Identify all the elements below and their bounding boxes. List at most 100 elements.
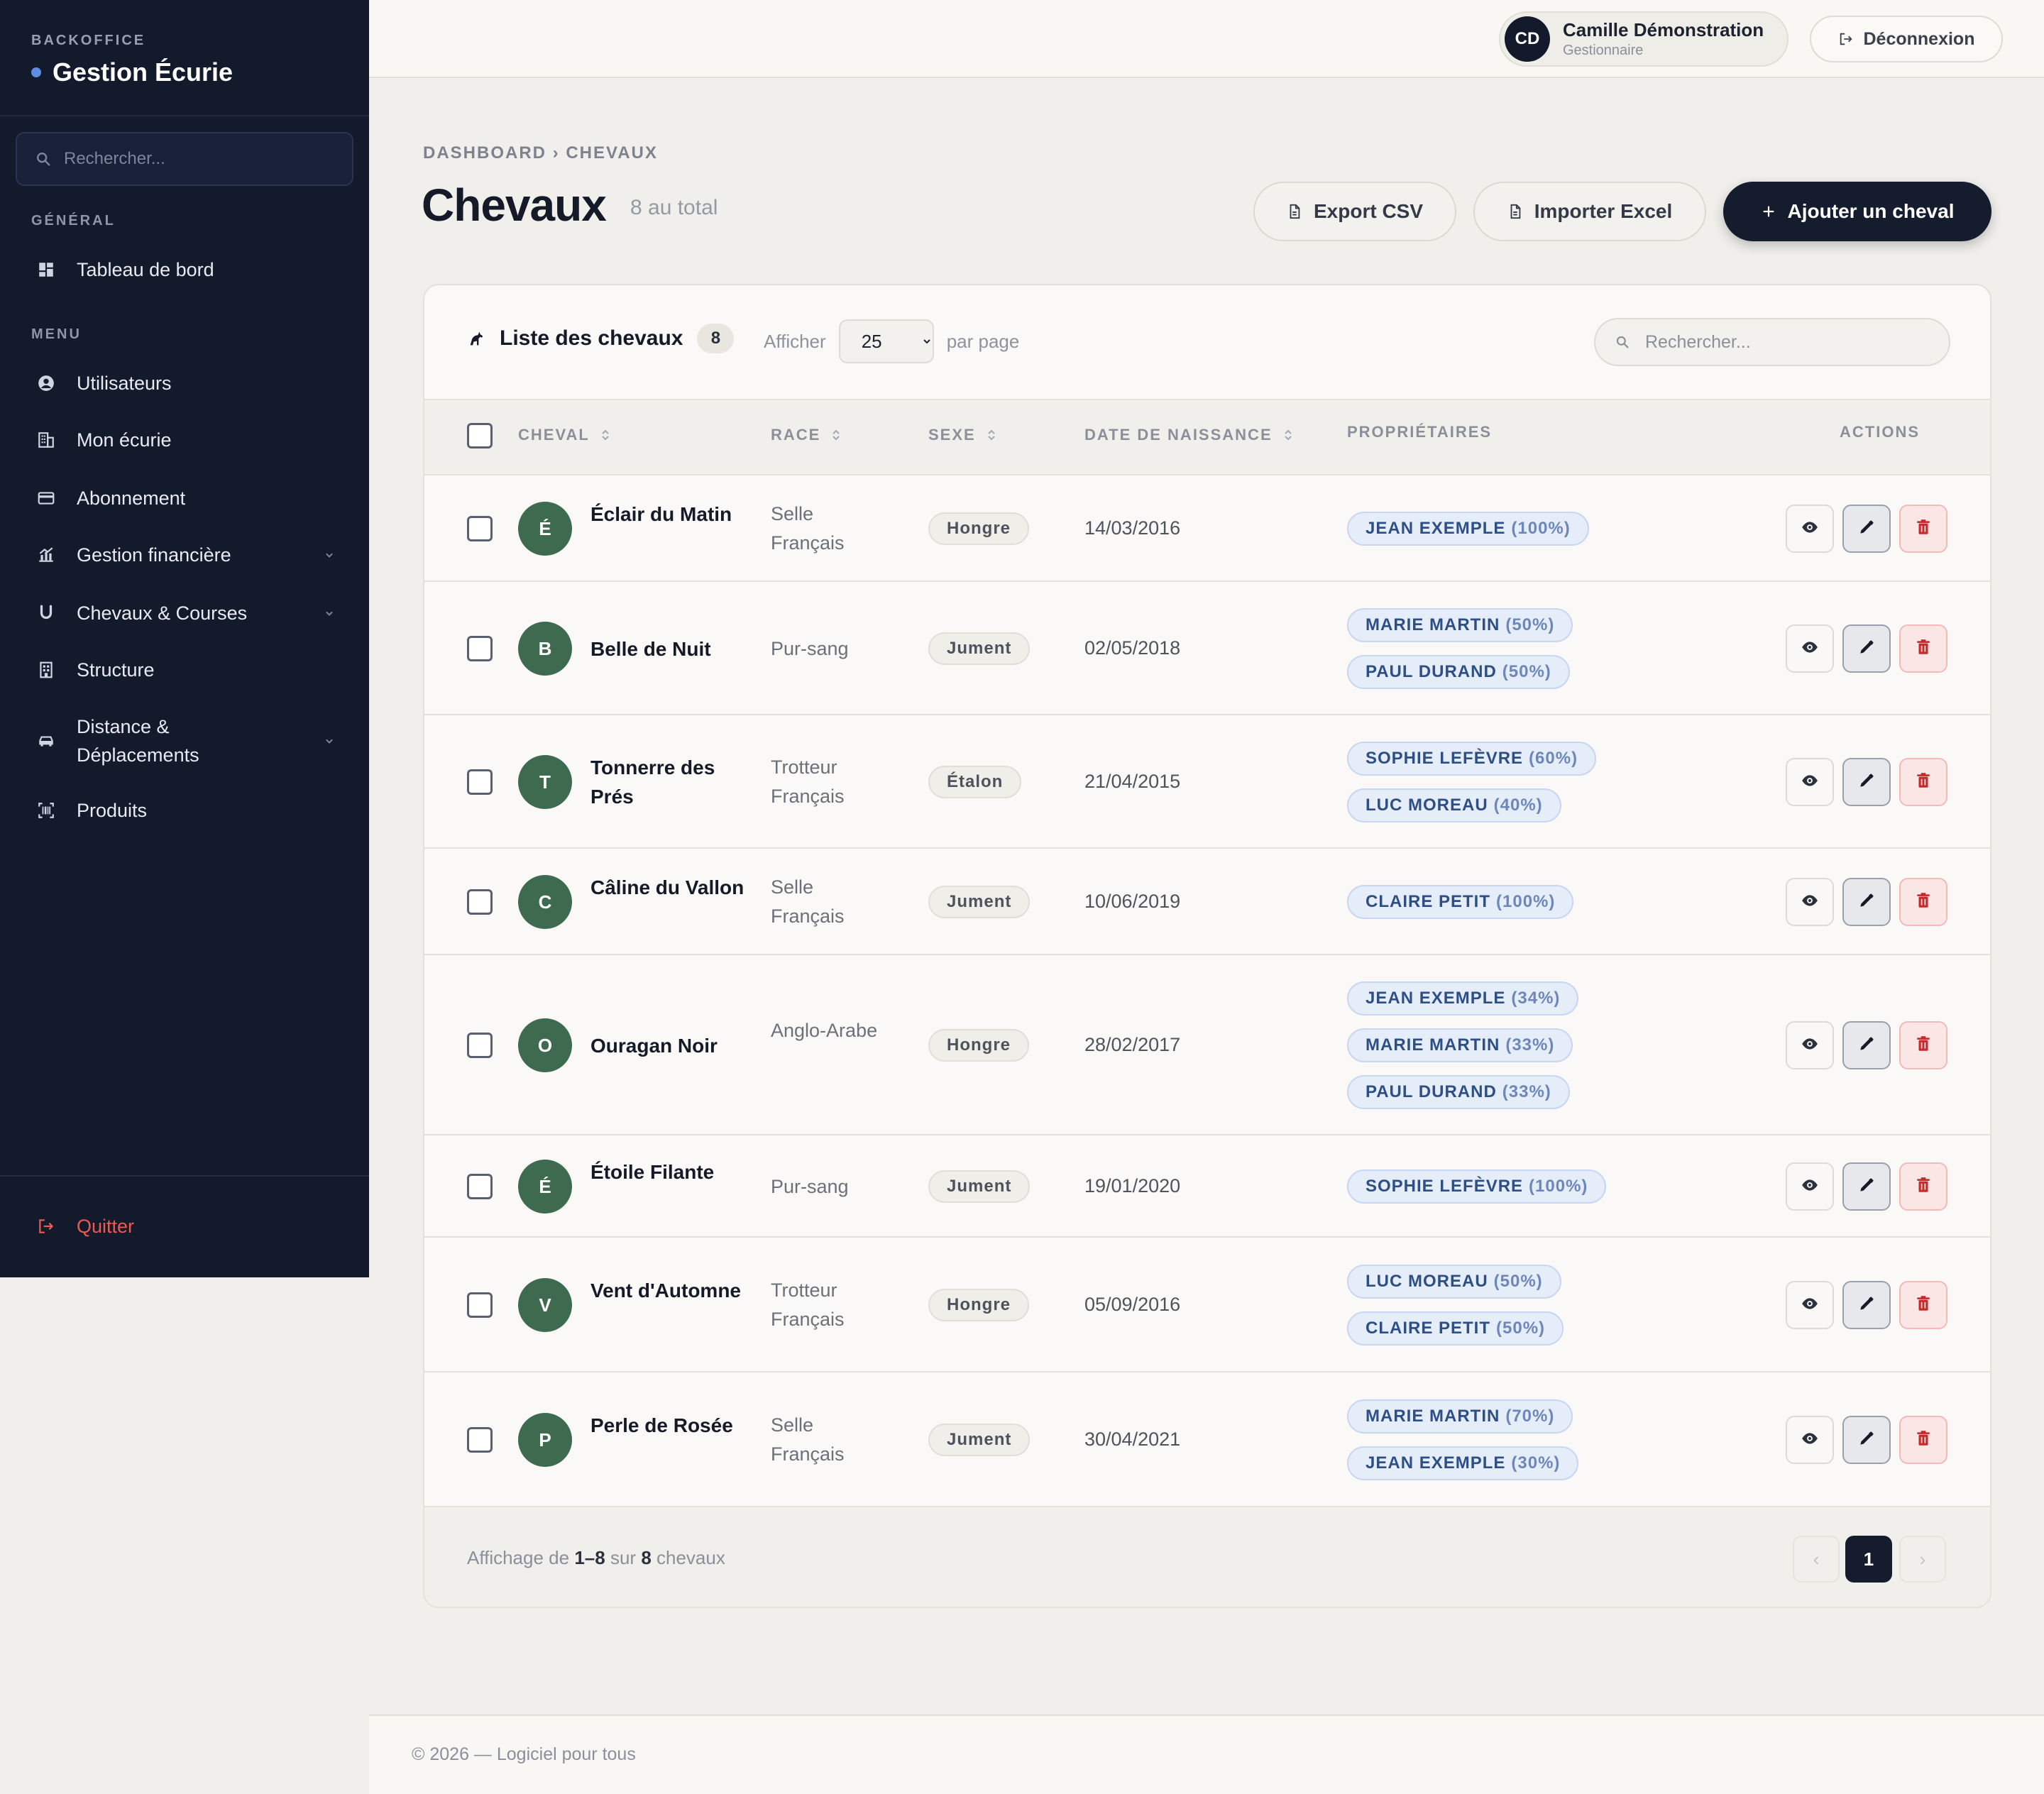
edit-button[interactable] [1842,1021,1891,1069]
view-button[interactable] [1786,1416,1834,1464]
column-horse[interactable]: CHEVAL [518,426,611,444]
sidebar-item-distance-travel[interactable]: Distance & Déplacements [0,711,369,771]
owner-tag[interactable]: LUC MOREAU (50%) [1347,1265,1561,1299]
row-checkbox[interactable] [467,516,493,541]
edit-button[interactable] [1842,505,1891,553]
owner-tag[interactable]: JEAN EXEMPLE (34%) [1347,981,1579,1016]
chevron-down-icon[interactable] [322,548,336,562]
export-csv-button[interactable]: Export CSV [1253,182,1456,241]
edit-button[interactable] [1842,1416,1891,1464]
owner-tag[interactable]: PAUL DURAND (33%) [1347,1075,1570,1109]
horse-name[interactable]: Étoile Filante [590,1157,754,1187]
edit-button[interactable] [1842,1162,1891,1211]
view-button[interactable] [1786,505,1834,553]
horse-name[interactable]: Éclair du Matin [590,500,754,529]
chevron-down-icon[interactable] [322,606,336,620]
add-horse-button[interactable]: Ajouter un cheval [1723,182,1991,241]
delete-button[interactable] [1899,1162,1947,1211]
edit-button[interactable] [1842,878,1891,926]
row-checkbox[interactable] [467,889,493,915]
horse-name[interactable]: Belle de Nuit [590,634,754,664]
list-title-text: Liste des chevaux [500,326,683,350]
table-row[interactable]: P Perle de Rosée Selle Français Jument 30/04… [424,1372,1990,1507]
row-checkbox[interactable] [467,1033,493,1058]
view-button[interactable] [1786,624,1834,673]
horse-name[interactable]: Vent d'Automne [590,1276,754,1305]
sidebar-search[interactable] [16,132,353,186]
column-race[interactable]: RACE [771,426,842,444]
table-search[interactable] [1594,318,1950,366]
owner-tag[interactable]: MARIE MARTIN (50%) [1347,608,1573,642]
table-row[interactable]: T Tonnerre des Prés Trotteur Français Étalo… [424,715,1990,849]
sidebar-item-finance[interactable]: Gestion financière [0,529,369,580]
table-row[interactable]: B Belle de Nuit Pur-sang Jument 02/05/2018 MA… [424,582,1990,715]
owner-name: JEAN EXEMPLE [1366,519,1506,538]
table-row[interactable]: É Éclair du Matin Selle Français Hongre 14/0… [424,475,1990,582]
owner-tag[interactable]: SOPHIE LEFÈVRE (100%) [1347,1170,1607,1204]
horse-name[interactable]: Ouragan Noir [590,1031,754,1060]
pagination-next-button[interactable]: › [1899,1536,1946,1583]
edit-button[interactable] [1842,624,1891,673]
import-excel-button[interactable]: Importer Excel [1473,182,1706,241]
row-checkbox[interactable] [467,636,493,661]
sidebar-item-dashboard[interactable]: Tableau de bord [0,244,369,295]
table-row[interactable]: V Vent d'Automne Trotteur Français Hongre 05… [424,1238,1990,1372]
owner-tag[interactable]: JEAN EXEMPLE (100%) [1347,512,1589,546]
owner-tag[interactable]: LUC MOREAU (40%) [1347,788,1561,822]
view-button[interactable] [1786,1021,1834,1069]
horse-name[interactable]: Câline du Vallon [590,873,754,902]
owner-tag[interactable]: CLAIRE PETIT (50%) [1347,1311,1564,1346]
owner-tag[interactable]: JEAN EXEMPLE (30%) [1347,1446,1579,1480]
sidebar-item-users[interactable]: Utilisateurs [0,358,369,409]
sidebar-item-quit[interactable]: Quitter [0,1201,369,1252]
view-button[interactable] [1786,878,1834,926]
per-page-select[interactable]: 102550100 [838,319,934,363]
pagination-prev-button[interactable]: ‹ [1793,1536,1840,1583]
table-search-input[interactable] [1645,331,1929,353]
breadcrumb[interactable]: DASHBOARD › CHEVAUX [423,143,658,163]
eye-icon [1801,1176,1819,1198]
owner-tag[interactable]: CLAIRE PETIT (100%) [1347,885,1574,919]
delete-button[interactable] [1899,1416,1947,1464]
delete-button[interactable] [1899,1021,1947,1069]
delete-button[interactable] [1899,624,1947,673]
sidebar-search-input[interactable] [64,149,334,169]
view-button[interactable] [1786,1281,1834,1329]
column-sex[interactable]: SEXE [928,426,997,444]
edit-button[interactable] [1842,758,1891,806]
owner-tag[interactable]: MARIE MARTIN (70%) [1347,1399,1573,1433]
delete-button[interactable] [1899,758,1947,806]
logout-button[interactable]: Déconnexion [1810,16,2003,62]
row-checkbox[interactable] [467,1174,493,1199]
delete-button[interactable] [1899,878,1947,926]
view-button[interactable] [1786,758,1834,806]
edit-button[interactable] [1842,1281,1891,1329]
sidebar-item-structure[interactable]: Structure [0,644,369,695]
brand-title[interactable]: Gestion Écurie [31,57,338,87]
delete-button[interactable] [1899,505,1947,553]
owner-tag[interactable]: SOPHIE LEFÈVRE (60%) [1347,742,1597,776]
owner-tag[interactable]: MARIE MARTIN (33%) [1347,1028,1573,1062]
table-row[interactable]: C Câline du Vallon Selle Français Jument 10/… [424,849,1990,955]
table-row[interactable]: O Ouragan Noir Anglo-Arabe Hongre 28/02/2017… [424,955,1990,1135]
row-checkbox[interactable] [467,1292,493,1318]
table-row[interactable]: É Étoile Filante Pur-sang Jument 19/01/2020 S… [424,1135,1990,1238]
view-button[interactable] [1786,1162,1834,1211]
sidebar-item-products[interactable]: Produits [0,785,369,836]
column-dob[interactable]: DATE DE NAISSANCE [1084,426,1294,444]
row-checkbox[interactable] [467,1427,493,1453]
delete-button[interactable] [1899,1281,1947,1329]
user-menu[interactable]: CD Camille Démonstration Gestionnaire [1499,11,1788,67]
sidebar-item-stable[interactable]: Mon écurie [0,414,369,466]
horse-name[interactable]: Tonnerre des Prés [590,753,754,811]
sidebar-item-horses-races[interactable]: Chevaux & Courses [0,588,369,639]
sidebar-item-label: Structure [77,659,155,681]
owner-tag[interactable]: PAUL DURAND (50%) [1347,655,1570,689]
horse-name[interactable]: Perle de Rosée [590,1411,754,1440]
select-all-checkbox[interactable] [467,423,493,448]
chevron-down-icon[interactable] [322,734,336,748]
sidebar-item-subscription[interactable]: Abonnement [0,473,369,524]
pagination-page-button[interactable]: 1 [1845,1536,1892,1583]
row-checkbox[interactable] [467,769,493,795]
horse-avatar: C [518,875,572,929]
